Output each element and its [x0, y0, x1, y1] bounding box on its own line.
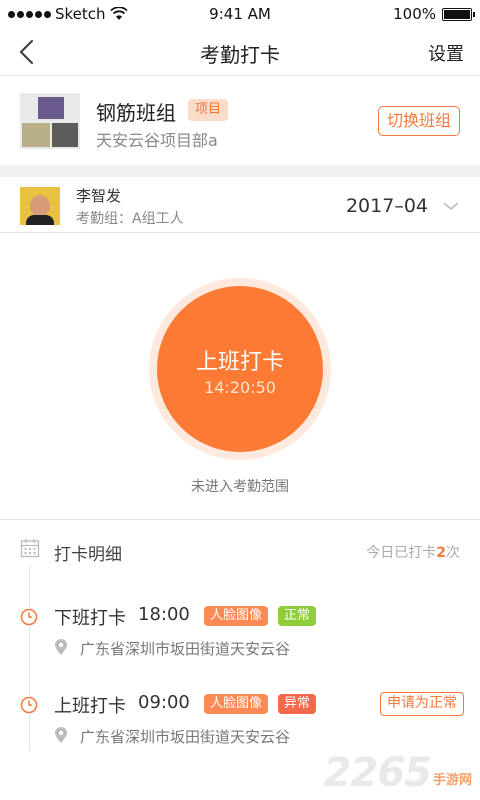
- apply-normal-button[interactable]: 申请为正常: [380, 692, 464, 716]
- location-icon: [55, 727, 67, 743]
- clock-in-label: 上班打卡: [195, 350, 284, 375]
- switch-team-button[interactable]: 切换班组: [377, 106, 460, 136]
- clock-icon: [20, 608, 38, 626]
- section-divider: [0, 165, 480, 177]
- clock-area: 上班打卡 14:20:50 未进入考勤范围: [0, 234, 480, 520]
- team-project: 天安云谷项目部a: [96, 131, 218, 150]
- team-avatar: [20, 93, 80, 149]
- today-count-number: 2: [436, 545, 446, 561]
- record-time: 09:00: [138, 692, 190, 713]
- record-type: 下班打卡: [54, 608, 126, 629]
- face-image-tag[interactable]: 人脸图像: [204, 606, 269, 626]
- record-type: 上班打卡: [54, 696, 126, 717]
- team-name: 钢筋班组: [96, 101, 176, 125]
- record-time: 18:00: [138, 604, 190, 625]
- record-location: 广东省深圳市坂田街道天安云谷: [80, 640, 291, 658]
- member-group: 考勤组：A组工人: [76, 211, 184, 227]
- nav-bar: 考勤打卡 设置: [0, 28, 480, 76]
- team-tag: 项目: [188, 99, 229, 121]
- member-name: 李智发: [76, 187, 122, 205]
- record-item: 上班打卡 09:00 人脸图像 异常 申请为正常 广东省深圳市坂田街道天安云谷: [0, 692, 480, 752]
- today-count-prefix: 今日已打卡: [366, 545, 437, 561]
- range-status-text: 未进入考勤范围: [191, 479, 289, 495]
- watermark-logo: 2265 手游网: [324, 750, 472, 796]
- clock-in-button[interactable]: 上班打卡 14:20:50: [157, 286, 323, 452]
- detail-header: 打卡明细 今日已打卡2次: [0, 530, 480, 570]
- battery-percent: 100%: [393, 5, 436, 23]
- status-badge: 正常: [278, 606, 317, 626]
- month-select[interactable]: 2017–04: [346, 195, 460, 217]
- calendar-icon: [20, 539, 40, 558]
- watermark-number: 2265: [323, 750, 432, 796]
- month-value: 2017–04: [345, 195, 428, 217]
- status-right: 100%: [393, 5, 475, 23]
- record-location: 广东省深圳市坂田街道天安云谷: [80, 728, 291, 746]
- settings-button[interactable]: 设置: [428, 40, 464, 66]
- location-icon: [55, 639, 67, 655]
- today-count: 今日已打卡2次: [366, 542, 460, 562]
- member-row: 李智发 考勤组：A组工人 2017–04: [0, 177, 480, 233]
- status-badge: 异常: [278, 694, 317, 714]
- team-card: 钢筋班组 项目 天安云谷项目部a 切换班组: [0, 77, 480, 165]
- member-avatar: [20, 187, 60, 225]
- record-item: 下班打卡 18:00 人脸图像 正常 广东省深圳市坂田街道天安云谷: [0, 604, 480, 664]
- watermark-text: 手游网: [432, 773, 472, 788]
- clock-in-time: 14:20:50: [204, 378, 276, 397]
- detail-title: 打卡明细: [54, 545, 122, 565]
- page-title: 考勤打卡: [200, 43, 280, 67]
- face-image-tag[interactable]: 人脸图像: [204, 694, 269, 714]
- today-count-suffix: 次: [446, 545, 460, 561]
- status-bar: Sketch 9:41 AM 100%: [0, 0, 480, 28]
- clock-icon: [20, 696, 38, 714]
- chevron-down-icon: [443, 202, 459, 211]
- battery-icon: [442, 7, 475, 21]
